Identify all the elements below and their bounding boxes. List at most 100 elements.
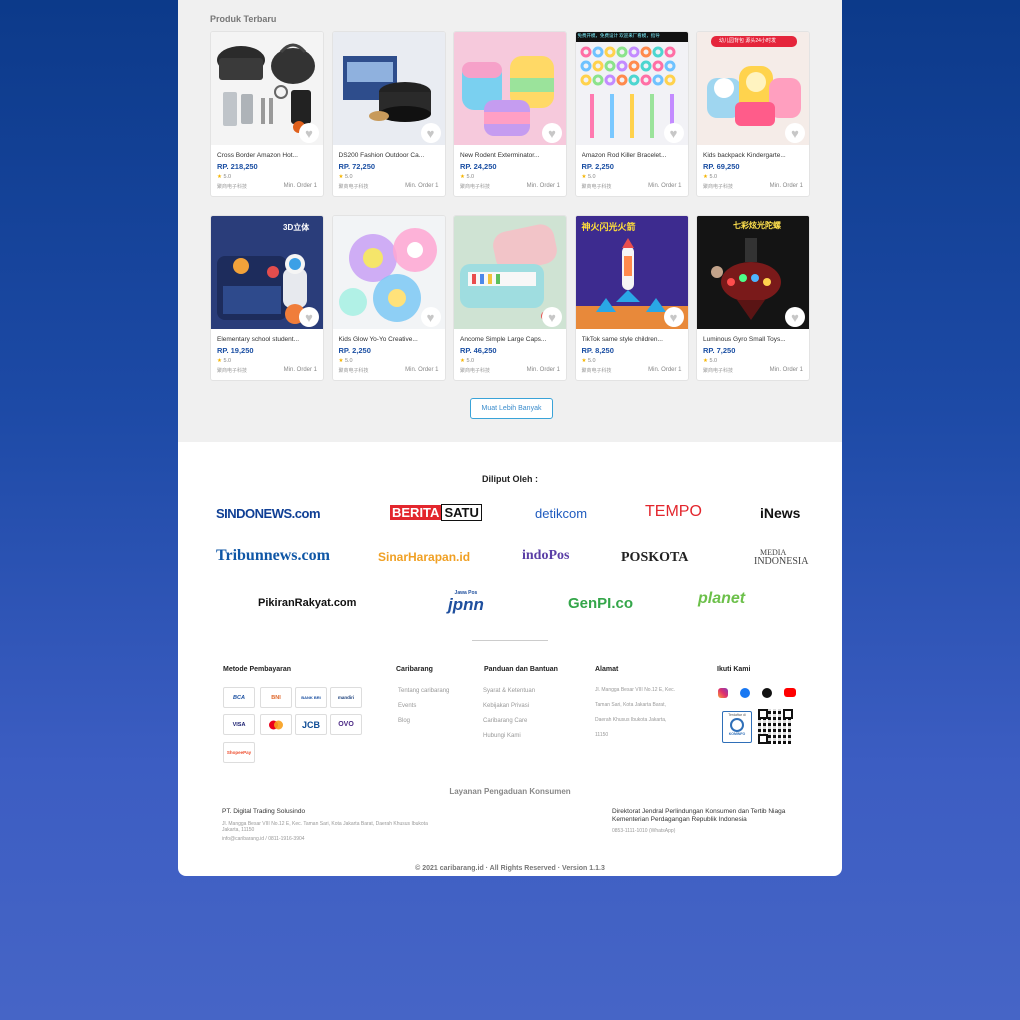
facebook-icon[interactable]: [740, 688, 750, 698]
product-card[interactable]: 七彩炫光陀螺 ♥ Luminous Gyro Small Toys... RP.…: [696, 215, 810, 381]
product-image[interactable]: ♥: [332, 216, 445, 329]
product-image[interactable]: 七彩炫光陀螺 ♥: [697, 216, 809, 329]
wishlist-heart-icon[interactable]: ♥: [785, 123, 805, 143]
star-icon: ★: [217, 358, 222, 364]
product-image[interactable]: ♥: [454, 216, 566, 329]
inews-logo[interactable]: iNews: [760, 505, 800, 521]
star-icon: ★: [338, 174, 344, 180]
product-image[interactable]: ♥: [211, 32, 323, 145]
link-privasi[interactable]: Kebijakan Privasi: [483, 703, 529, 709]
product-rating: ★ 5.0: [339, 358, 439, 364]
wishlist-heart-icon[interactable]: ♥: [420, 307, 441, 327]
product-rating: ★ 5.0: [339, 174, 439, 180]
pikiranrakyat-logo[interactable]: PikiranRakyat.com: [258, 597, 356, 609]
product-name[interactable]: TikTok same style children...: [582, 336, 682, 343]
link-hubungi[interactable]: Hubungi Kami: [483, 733, 521, 739]
tribunnews-logo[interactable]: Tribunnews.com: [216, 547, 330, 565]
sindonews-logo[interactable]: SINDONEWS.com: [216, 506, 321, 521]
rating-value: 5.0: [709, 358, 718, 364]
mediaindonesia-line2: INDONESIA: [754, 556, 809, 567]
beritasatu-logo-part2: SATU: [441, 504, 482, 521]
wishlist-heart-icon[interactable]: ♥: [420, 123, 441, 143]
star-icon: ★: [703, 174, 708, 180]
wishlist-heart-icon[interactable]: ♥: [663, 123, 684, 143]
sinarharapan-logo[interactable]: SinarHarapan.id: [378, 550, 470, 564]
youtube-icon[interactable]: [784, 688, 796, 697]
product-price: RP. 7,250: [703, 346, 736, 355]
service-title: Layanan Pengaduan Konsumen: [449, 787, 571, 796]
product-image[interactable]: ♥: [332, 32, 445, 145]
payment-ovo: OVO: [330, 714, 362, 735]
detik-logo[interactable]: detikcom: [535, 506, 587, 521]
seller-name: 聚商电子科技: [581, 184, 612, 190]
product-name[interactable]: DS200 Fashion Outdoor Ca...: [339, 152, 439, 159]
wishlist-heart-icon[interactable]: ♥: [785, 307, 805, 327]
rating-value: 5.0: [344, 358, 353, 364]
gov-contact: 0853-1111-1010 (WhatsApp): [612, 828, 676, 834]
rating-value: 5.0: [466, 358, 475, 364]
min-order: Min. Order 1: [405, 183, 439, 189]
product-image[interactable]: ♥: [454, 32, 566, 145]
seller-name: 聚商电子科技: [703, 184, 734, 190]
product-card[interactable]: ♥ Ancome Simple Large Caps... RP. 46,250…: [453, 215, 567, 381]
product-card[interactable]: ♥ DS200 Fashion Outdoor Ca... RP. 72,250…: [331, 31, 446, 197]
payment-visa: VISA: [223, 714, 255, 735]
link-care[interactable]: Caribarang Care: [483, 718, 527, 724]
genpi-logo[interactable]: GenPI.co: [568, 595, 633, 612]
link-syarat[interactable]: Syarat & Ketentuan: [483, 688, 535, 694]
poskota-logo[interactable]: POSKOTA: [621, 550, 688, 566]
company-address: Jl. Mangga Besar VIII No.12 E, Kec. Tama…: [222, 821, 428, 833]
beritasatu-logo[interactable]: BERITA SATU: [390, 504, 482, 521]
mediaindonesia-logo[interactable]: MEDIA INDONESIA: [754, 548, 809, 567]
load-more-button[interactable]: Muat Lebih Banyak: [470, 398, 553, 419]
kominfo-label: Terdaftar di: [728, 713, 746, 717]
product-name[interactable]: Luminous Gyro Small Toys...: [703, 336, 803, 343]
rating-value: 5.0: [587, 358, 596, 364]
beritasatu-logo-part1: BERITA: [390, 505, 442, 520]
link-events[interactable]: Events: [398, 703, 416, 709]
product-name[interactable]: New Rodent Exterminator...: [460, 152, 560, 159]
wishlist-heart-icon[interactable]: ♥: [542, 307, 562, 327]
product-name[interactable]: Ancome Simple Large Caps...: [460, 336, 560, 343]
payment-jcb: JCB: [295, 714, 327, 735]
min-order: Min. Order 1: [526, 367, 560, 373]
wishlist-heart-icon[interactable]: ♥: [299, 307, 319, 327]
rating-value: 5.0: [466, 174, 475, 180]
guide-title: Panduan dan Bantuan: [484, 666, 558, 673]
link-blog[interactable]: Blog: [398, 718, 410, 724]
tempo-logo[interactable]: TEMPO: [645, 503, 702, 521]
product-card[interactable]: 3D立体 ♥ Elementary school student... RP. …: [210, 215, 324, 381]
instagram-icon[interactable]: [718, 688, 728, 698]
product-name[interactable]: Kids Glow Yo-Yo Creative...: [339, 336, 439, 343]
jpnn-logo[interactable]: Jawa Pos jpnn: [448, 590, 484, 613]
product-card[interactable]: 幼儿园背包 源头24小时发 ♥ Kids backpack Kindergart…: [696, 31, 810, 197]
product-card[interactable]: ♥ Cross Border Amazon Hot... RP. 218,250…: [210, 31, 324, 197]
planet-logo[interactable]: planet: [698, 590, 745, 608]
product-card[interactable]: ♥ Kids Glow Yo-Yo Creative... RP. 2,250 …: [331, 215, 446, 381]
rating-value: 5.0: [344, 174, 353, 180]
wishlist-heart-icon[interactable]: ♥: [663, 307, 684, 327]
product-name[interactable]: Amazon Rod Killer Bracelet...: [582, 152, 682, 159]
star-icon: ★: [460, 174, 465, 180]
min-order: Min. Order 1: [526, 183, 560, 189]
product-name[interactable]: Kids backpack Kindergarte...: [703, 152, 803, 159]
wishlist-heart-icon[interactable]: ♥: [542, 123, 562, 143]
product-name[interactable]: Cross Border Amazon Hot...: [217, 152, 317, 159]
product-image[interactable]: 免费开模，免费设计 欢迎来厂看模，指导 ♥: [575, 32, 688, 145]
product-image[interactable]: 神火闪光火箭 ♥: [575, 216, 688, 329]
rating-value: 5.0: [587, 174, 596, 180]
qr-code-icon: [758, 709, 793, 744]
product-card[interactable]: ♥ New Rodent Exterminator... RP. 24,250 …: [453, 31, 567, 197]
product-image[interactable]: 3D立体 ♥: [211, 216, 323, 329]
section-title: Produk Terbaru: [210, 14, 277, 24]
product-card[interactable]: 免费开模，免费设计 欢迎来厂看模，指导 ♥ Amazon Rod Killer …: [574, 31, 689, 197]
product-name[interactable]: Elementary school student...: [217, 336, 317, 343]
product-card[interactable]: 神火闪光火箭 ♥ TikTok same style children... R…: [574, 215, 689, 381]
tiktok-icon[interactable]: [762, 688, 772, 698]
product-rating: ★ 5.0: [582, 174, 682, 180]
indopos-logo[interactable]: indoPos: [522, 548, 569, 564]
wishlist-heart-icon[interactable]: ♥: [299, 123, 319, 143]
product-meta: 聚商电子科技 Min. Order 1: [217, 183, 317, 190]
product-image[interactable]: 幼儿园背包 源头24小时发 ♥: [697, 32, 809, 145]
link-tentang[interactable]: Tentang caribarang: [398, 688, 449, 694]
